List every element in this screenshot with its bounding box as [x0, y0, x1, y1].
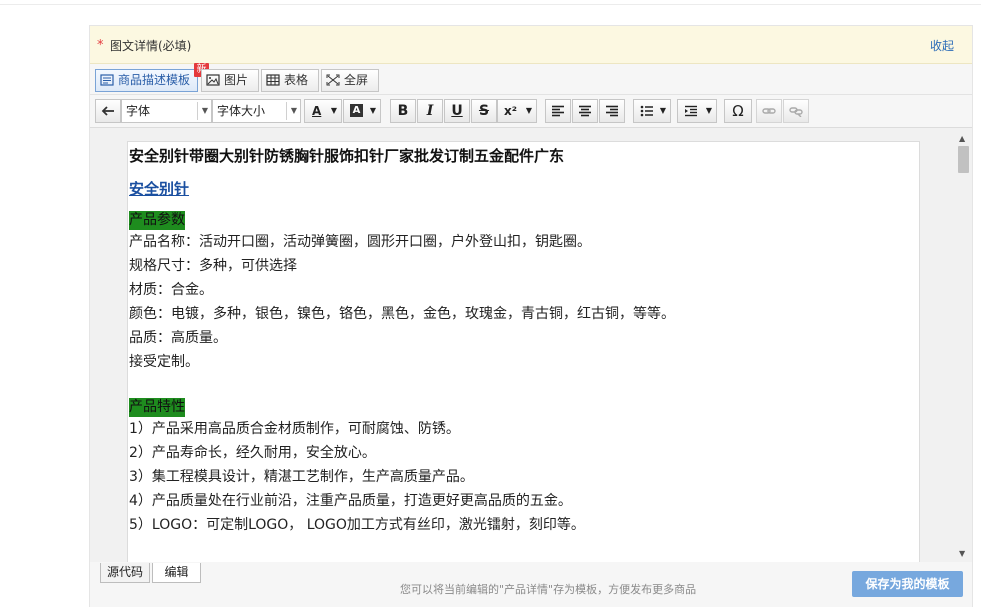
scrollbar-thumb[interactable] — [958, 146, 969, 173]
insert-link-button[interactable] — [756, 99, 782, 123]
unlink-button[interactable] — [783, 99, 809, 123]
tab-label: 图片 — [224, 73, 249, 87]
special-character-button[interactable]: Ω — [724, 99, 752, 123]
param-line: 产品名称：活动开口圈，活动弹簧圈，圆形开口圈，户外登山扣，钥匙圈。 — [129, 234, 591, 250]
align-right-button[interactable] — [599, 99, 625, 123]
template-icon — [100, 74, 114, 86]
editor-area: 安全别针带圈大别针防锈胸针服饰扣针厂家批发订制五金配件广东 安全别针 产品参数 … — [90, 128, 972, 562]
align-center-button[interactable] — [572, 99, 598, 123]
align-right-icon — [606, 105, 618, 117]
editor-content[interactable]: 安全别针带圈大别针防锈胸针服饰扣针厂家批发订制五金配件广东 安全别针 产品参数 … — [127, 141, 920, 562]
param-line: 颜色：电镀，多种，银色，镍色，铬色，黑色，金色，玫瑰金，青古铜，红古铜，等等。 — [129, 306, 675, 322]
fullscreen-icon — [326, 74, 340, 86]
vertical-scrollbar[interactable]: ▲ ▼ — [955, 128, 972, 562]
document-link[interactable]: 安全别针 — [129, 178, 919, 200]
table-icon — [266, 74, 280, 86]
font-family-select[interactable]: 字体 ▼ — [121, 99, 212, 123]
feature-line: 3）集工程模具设计，精湛工艺制作，生产高质量产品。 — [129, 469, 474, 485]
tab-fullscreen[interactable]: 全屏 — [321, 69, 379, 92]
list-button[interactable]: ▼ — [633, 99, 671, 123]
document-title: 安全别针带圈大别针防锈胸针服饰扣针厂家批发订制五金配件广东 — [129, 147, 565, 165]
template-hint: 您可以将当前编辑的"产品详情"存为模板，方便发布更多商品 — [400, 583, 697, 596]
tab-description-template[interactable]: 商品描述模板 — [95, 69, 198, 92]
scroll-down-icon[interactable]: ▼ — [959, 549, 965, 558]
section-heading-features: 产品特性 — [129, 398, 185, 417]
indent-button[interactable]: ▼ — [677, 99, 717, 123]
chevron-down-icon: ▼ — [201, 106, 208, 115]
align-left-icon — [552, 105, 564, 117]
background-color-icon: A — [350, 104, 363, 117]
chevron-down-icon: ▼ — [369, 106, 376, 115]
omega-icon: Ω — [732, 102, 744, 120]
superscript-button[interactable]: x² ▼ — [497, 99, 537, 123]
font-size-select[interactable]: 字体大小 ▼ — [212, 99, 301, 123]
align-left-button[interactable] — [545, 99, 571, 123]
panel-title: 图文详情(必填) — [110, 39, 192, 53]
param-line: 接受定制。 — [129, 354, 199, 370]
format-toolbar: 字体 ▼ 字体大小 ▼ A ▼ A ▼ B I U S x² ▼ ▼ ▼ Ω — [90, 94, 972, 128]
tab-label: 商品描述模板 — [118, 73, 191, 87]
editor-footer: 源代码 编辑 您可以将当前编辑的"产品详情"存为模板，方便发布更多商品 保存为我… — [90, 562, 972, 607]
strikethrough-button[interactable]: S — [471, 99, 497, 123]
feature-line: 5）LOGO：可定制LOGO， LOGO加工方式有丝印，激光镭射，刻印等。 — [129, 517, 585, 533]
param-line: 品质：高质量。 — [129, 330, 227, 346]
edit-tab[interactable]: 编辑 — [152, 563, 201, 583]
tab-label: 表格 — [284, 73, 309, 87]
undo-button[interactable] — [95, 99, 121, 123]
top-divider — [0, 4, 981, 5]
save-as-template-button[interactable]: 保存为我的模板 — [852, 571, 963, 597]
tab-table[interactable]: 表格 — [261, 69, 319, 92]
italic-button[interactable]: I — [417, 99, 443, 123]
font-color-button[interactable]: A ▼ — [304, 99, 342, 123]
align-center-icon — [579, 105, 591, 117]
param-line: 材质：合金。 — [129, 282, 213, 298]
tab-image[interactable]: 图片 — [201, 69, 259, 92]
bold-button[interactable]: B — [390, 99, 416, 123]
chevron-down-icon: ▼ — [525, 106, 532, 115]
font-size-value: 字体大小 — [217, 104, 266, 118]
section-heading-params: 产品参数 — [129, 211, 185, 230]
background-color-button[interactable]: A ▼ — [343, 99, 381, 123]
scroll-up-icon[interactable]: ▲ — [959, 134, 965, 143]
unlink-icon — [789, 107, 803, 118]
underline-button[interactable]: U — [444, 99, 470, 123]
feature-line: 1）产品采用高品质合金材质制作，可耐腐蚀、防锈。 — [129, 421, 460, 437]
panel-header: * 图文详情(必填) 收起 — [90, 26, 972, 64]
chevron-down-icon: ▼ — [705, 106, 712, 115]
feature-line: 2）产品寿命长，经久耐用，安全放心。 — [129, 445, 376, 461]
source-code-tab[interactable]: 源代码 — [100, 563, 150, 583]
chevron-down-icon: ▼ — [330, 106, 337, 115]
font-color-icon: A — [312, 104, 322, 118]
chevron-down-icon: ▼ — [290, 106, 297, 115]
bullet-list-icon — [640, 105, 653, 117]
undo-icon — [101, 106, 114, 116]
required-mark: * — [97, 38, 104, 53]
indent-icon — [685, 105, 697, 117]
image-icon — [206, 74, 220, 86]
collapse-link[interactable]: 收起 — [930, 37, 954, 54]
feature-line: 4）产品质量处在行业前沿，注重产品质量，打造更好更高品质的五金。 — [129, 493, 572, 509]
tab-label: 全屏 — [344, 73, 369, 87]
description-panel: * 图文详情(必填) 收起 商品描述模板 新 图片 表格 — [89, 25, 973, 607]
link-icon — [762, 108, 776, 114]
superscript-icon: x² — [504, 104, 517, 118]
param-line: 规格尺寸：多种，可供选择 — [129, 258, 297, 274]
editor-tabs: 商品描述模板 新 图片 表格 全屏 — [90, 63, 972, 94]
font-family-value: 字体 — [126, 104, 151, 118]
chevron-down-icon: ▼ — [659, 106, 666, 115]
